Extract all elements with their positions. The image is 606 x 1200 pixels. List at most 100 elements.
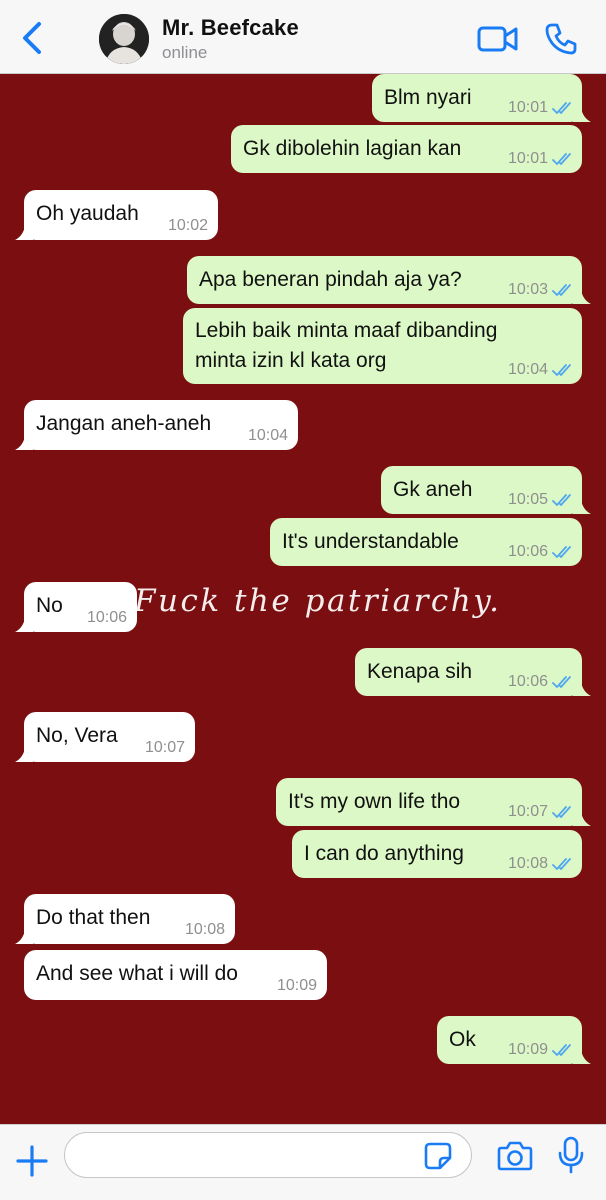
- message-time: 10:08: [508, 855, 574, 873]
- outgoing-message[interactable]: It's understandable 10:06: [270, 518, 582, 566]
- incoming-message[interactable]: Do that then 10:08: [15, 894, 235, 944]
- outgoing-message[interactable]: Kenapa sih 10:06: [355, 648, 591, 696]
- message-text: It's my own life tho: [288, 790, 461, 813]
- message-time: 10:07: [508, 803, 574, 821]
- timestamp: 10:09: [507, 1041, 548, 1058]
- message-text: Apa beneran pindah aja ya?: [199, 268, 462, 291]
- message-time: 10:05: [508, 491, 574, 509]
- message-time: 10:09: [508, 1041, 574, 1059]
- video-call-button[interactable]: [477, 25, 519, 53]
- message-text: Ok: [449, 1028, 476, 1051]
- message-input[interactable]: [64, 1132, 472, 1178]
- chevron-left-icon: [23, 22, 41, 54]
- message-text: Gk dibolehin lagian kan: [243, 137, 462, 160]
- outgoing-message[interactable]: Gk dibolehin lagian kan 10:01: [231, 125, 582, 173]
- message-text: Gk aneh: [393, 478, 473, 501]
- message-text: I can do anything: [304, 842, 464, 865]
- message-time: 10:06: [508, 543, 574, 561]
- message-text: Jangan aneh-aneh: [36, 412, 212, 435]
- message-list[interactable]: Fuck the patriarchy. Blm nyari 10:01 Gk di…: [0, 74, 606, 1124]
- timestamp: 10:09: [276, 977, 317, 994]
- bubble-tail: [15, 748, 33, 762]
- message-time: 10:03: [508, 281, 574, 299]
- read-receipt-icon: [552, 806, 571, 818]
- timestamp: 10:06: [507, 543, 548, 560]
- voice-call-button[interactable]: [544, 22, 578, 56]
- outgoing-message[interactable]: Blm nyari 10:01: [372, 74, 591, 122]
- contact-status: online: [162, 43, 208, 62]
- plus-icon: [16, 1145, 48, 1177]
- message-time: 10:09: [277, 977, 317, 995]
- outgoing-message[interactable]: Lebih baik minta maaf dibanding minta iz…: [183, 308, 582, 384]
- message-text: Kenapa sih: [367, 660, 473, 683]
- incoming-message[interactable]: No 10:06: [15, 582, 137, 632]
- read-receipt-icon: [552, 676, 571, 688]
- message-time: 10:06: [508, 673, 574, 691]
- bubble-tail: [573, 1050, 591, 1064]
- microphone-icon: [558, 1136, 584, 1174]
- incoming-message[interactable]: Jangan aneh-aneh 10:04: [15, 400, 298, 450]
- timestamp: 10:03: [507, 281, 548, 298]
- message-text: And see what i will do: [36, 962, 238, 985]
- bubble-tail: [15, 618, 33, 632]
- timestamp: 10:08: [184, 921, 225, 938]
- message-time: 10:01: [508, 150, 574, 168]
- message-text: Blm nyari: [384, 86, 472, 109]
- video-camera-icon: [477, 26, 518, 52]
- message-text: Lebih baik minta maaf dibanding minta iz…: [195, 319, 498, 372]
- contact-name[interactable]: Mr. Beefcake: [162, 15, 299, 41]
- outgoing-message[interactable]: Apa beneran pindah aja ya? 10:03: [187, 256, 591, 304]
- avatar[interactable]: [99, 14, 149, 64]
- timestamp: 10:01: [507, 150, 548, 167]
- timestamp: 10:07: [144, 739, 185, 756]
- read-receipt-icon: [552, 364, 571, 376]
- outgoing-message[interactable]: It's my own life tho 10:07: [276, 778, 591, 826]
- composer-bar: [0, 1124, 606, 1200]
- outgoing-message[interactable]: Gk aneh 10:05: [381, 466, 591, 514]
- timestamp: 10:06: [507, 673, 548, 690]
- attach-button[interactable]: [15, 1144, 49, 1178]
- message-text: No, Vera: [36, 724, 118, 747]
- timestamp: 10:05: [507, 491, 548, 508]
- chat-app: Mr. Beefcake online Fuck the patriarchy.…: [0, 0, 606, 1200]
- read-receipt-icon: [552, 858, 571, 870]
- sticker-icon: [424, 1142, 452, 1170]
- bubble-tail: [573, 682, 591, 696]
- phone-icon: [545, 23, 577, 55]
- read-receipt-icon: [552, 546, 571, 558]
- bubble-tail: [15, 226, 33, 240]
- wallpaper-text: Fuck the patriarchy.: [134, 583, 502, 619]
- incoming-message[interactable]: And see what i will do 10:09: [24, 950, 327, 1000]
- microphone-button[interactable]: [558, 1136, 584, 1174]
- message-time: 10:02: [168, 217, 208, 235]
- message-text: Do that then: [36, 906, 151, 929]
- timestamp: 10:07: [507, 803, 548, 820]
- bubble-tail: [15, 930, 33, 944]
- chat-header: Mr. Beefcake online: [0, 0, 606, 74]
- read-receipt-icon: [552, 153, 571, 165]
- timestamp: 10:02: [167, 217, 208, 234]
- sticker-button[interactable]: [424, 1142, 452, 1170]
- message-time: 10:08: [185, 921, 225, 939]
- bubble-tail: [15, 436, 33, 450]
- timestamp: 10:06: [86, 609, 127, 626]
- message-text: Oh yaudah: [36, 202, 139, 225]
- outgoing-message[interactable]: Ok 10:09: [437, 1016, 591, 1064]
- timestamp: 10:08: [507, 855, 548, 872]
- back-button[interactable]: [18, 20, 48, 56]
- read-receipt-icon: [552, 284, 571, 296]
- bubble-tail: [573, 290, 591, 304]
- read-receipt-icon: [552, 494, 571, 506]
- camera-button[interactable]: [497, 1140, 533, 1172]
- outgoing-message[interactable]: I can do anything 10:08: [292, 830, 582, 878]
- message-time: 10:07: [145, 739, 185, 757]
- timestamp: 10:04: [507, 361, 548, 378]
- message-text: It's understandable: [282, 530, 459, 553]
- message-text: No: [36, 594, 63, 617]
- camera-icon: [497, 1141, 533, 1171]
- timestamp: 10:01: [507, 99, 548, 116]
- incoming-message[interactable]: No, Vera 10:07: [15, 712, 195, 762]
- bubble-tail: [573, 500, 591, 514]
- bubble-tail: [573, 812, 591, 826]
- incoming-message[interactable]: Oh yaudah 10:02: [15, 190, 218, 240]
